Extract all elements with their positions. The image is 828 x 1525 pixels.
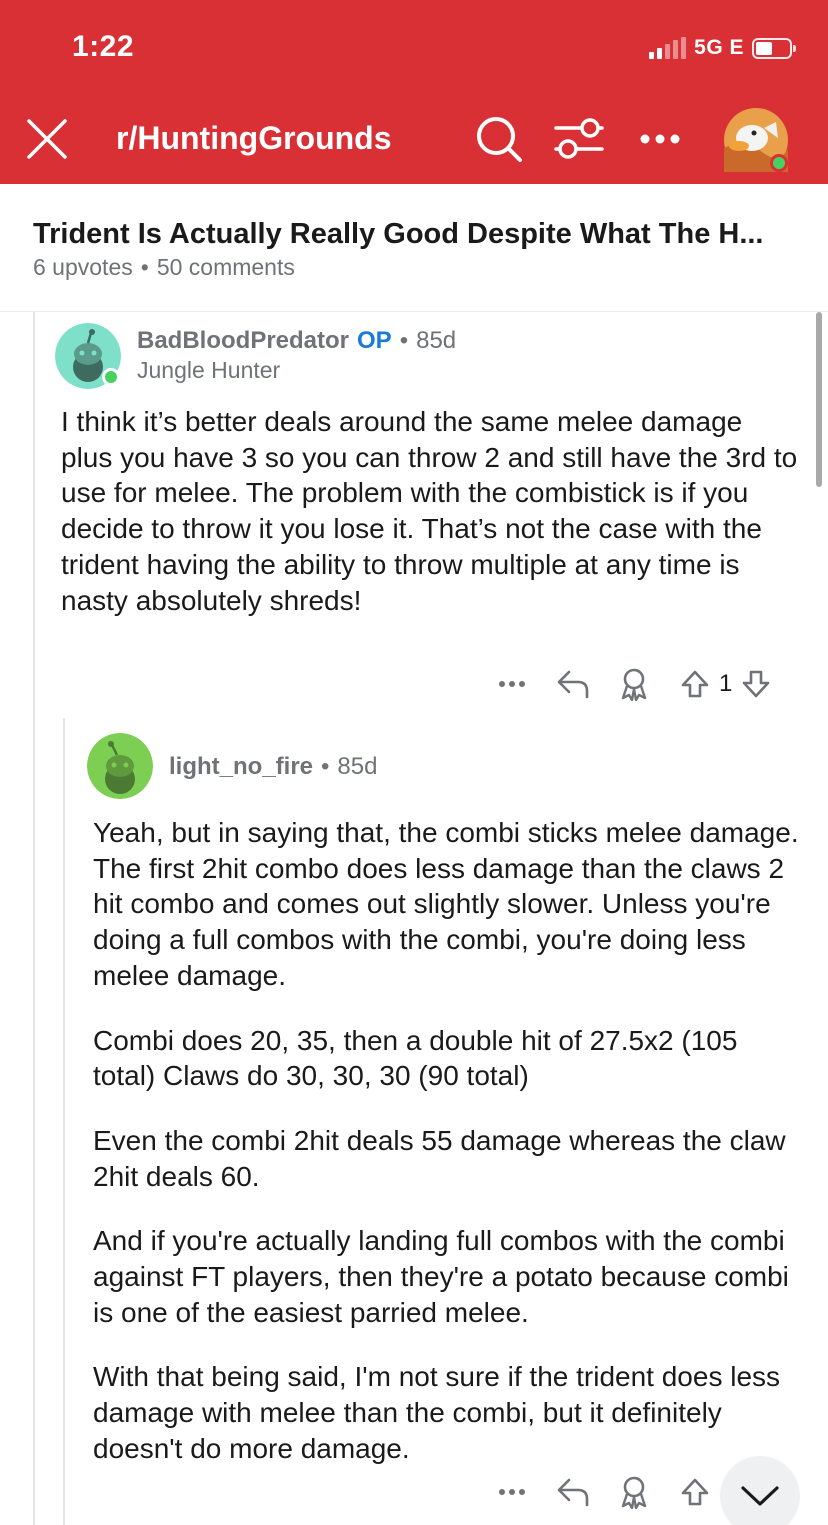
more-icon[interactable] [638, 126, 682, 152]
comment-actions [494, 1474, 713, 1510]
comment-actions: 1 [494, 666, 774, 702]
comment-age: 85d [416, 327, 457, 354]
comment-paragraph: Combi does 20, 35, then a double hit of … [93, 1024, 738, 1092]
comment-paragraph: Yeah, but in saying that, the combi stic… [93, 817, 799, 991]
reply-icon[interactable] [555, 1474, 591, 1510]
battery-icon [752, 37, 796, 59]
search-icon[interactable] [474, 114, 524, 164]
status-indicators: 5G E [649, 36, 796, 60]
comment-author[interactable]: light_no_fire [169, 753, 313, 781]
thread-line[interactable] [33, 312, 35, 1525]
meta-separator: • [140, 254, 149, 280]
meta-separator: • [321, 753, 330, 780]
scrollbar[interactable] [816, 312, 822, 487]
comment-avatar[interactable] [87, 733, 153, 799]
thread-line-nested[interactable] [63, 718, 65, 1525]
subreddit-name[interactable]: r/HuntingGrounds [116, 120, 392, 157]
post-title[interactable]: Trident Is Actually Really Good Despite … [33, 218, 764, 251]
comment-author-line: BadBloodPredator OP • 85d [137, 327, 456, 355]
online-indicator [770, 154, 788, 172]
comment-paragraph: With that being said, I'm not sure if th… [93, 1361, 781, 1464]
comment-body: I think it’s better deals around the sam… [61, 404, 801, 618]
award-icon[interactable] [616, 666, 652, 702]
status-time: 1:22 [72, 30, 135, 63]
more-icon[interactable] [494, 666, 530, 702]
filter-icon[interactable] [554, 116, 604, 162]
signal-icon [649, 37, 687, 59]
upvote-icon[interactable] [677, 1474, 713, 1510]
meta-separator: • [399, 327, 409, 354]
comment-paragraph: And if you're actually landing full comb… [93, 1225, 789, 1328]
comment-paragraph: Even the combi 2hit deals 55 damage wher… [93, 1124, 786, 1192]
downvote-icon[interactable] [738, 666, 774, 702]
award-icon[interactable] [616, 1474, 652, 1510]
comment-paragraph: I think it’s better deals around the sam… [61, 406, 798, 616]
online-indicator [102, 368, 120, 386]
app-header: 1:22 5G E r/HuntingGrounds [0, 0, 828, 184]
comment-count: 50 comments [156, 254, 295, 280]
more-icon[interactable] [494, 1474, 530, 1510]
post-meta: 6 upvotes • 50 comments [33, 254, 295, 281]
upvote-icon[interactable] [677, 666, 713, 702]
close-icon[interactable] [26, 118, 68, 160]
comment-body: Yeah, but in saying that, the combi stic… [93, 815, 803, 1467]
chevron-down-icon [741, 1486, 779, 1506]
op-badge: OP [357, 327, 392, 354]
comment-age: 85d [337, 753, 378, 780]
comment-author-line: light_no_fire • 85d [169, 753, 377, 781]
network-label: 5G E [694, 36, 744, 59]
post-header[interactable]: Trident Is Actually Really Good Despite … [0, 184, 828, 312]
vote-score: 1 [719, 670, 733, 697]
reply-icon[interactable] [555, 666, 591, 702]
user-flair: Jungle Hunter [137, 357, 281, 383]
upvote-count: 6 upvotes [33, 254, 133, 280]
comment-author[interactable]: BadBloodPredator [137, 327, 349, 355]
